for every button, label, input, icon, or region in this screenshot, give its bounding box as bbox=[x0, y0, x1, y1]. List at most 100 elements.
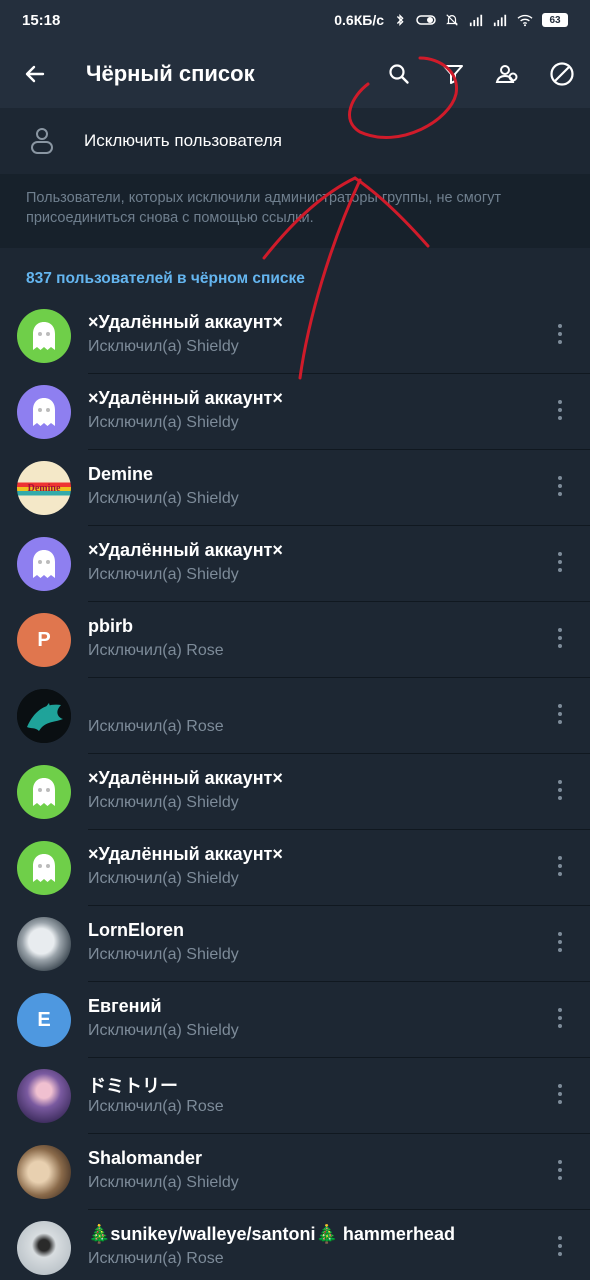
more-vertical-icon[interactable] bbox=[550, 1084, 570, 1104]
list-item-text: 🎄sunikey/walleye/santoni🎄 hammerhead Искл… bbox=[88, 1210, 590, 1280]
list-item[interactable]: Shalomander Исключил(а) Shieldy bbox=[0, 1134, 590, 1210]
avatar bbox=[17, 1069, 71, 1123]
avatar bbox=[17, 1221, 71, 1275]
more-vertical-icon[interactable] bbox=[550, 932, 570, 952]
block-icon bbox=[550, 62, 574, 86]
list-item[interactable]: Demine Demine Исключил(а) Shieldy bbox=[0, 450, 590, 526]
info-text: Пользователи, которых исключили админист… bbox=[26, 190, 502, 226]
list-item-text: ×Удалённый аккаунт× Исключил(а) Shieldy bbox=[88, 298, 590, 374]
list-item[interactable]: 🎄sunikey/walleye/santoni🎄 hammerhead Искл… bbox=[0, 1210, 590, 1280]
list-item-text: pbirb Исключил(а) Rose bbox=[88, 602, 590, 678]
user-name: 🎄sunikey/walleye/santoni🎄 hammerhead bbox=[88, 1224, 455, 1244]
blocked-users-list: ×Удалённый аккаунт× Исключил(а) Shieldy ×У… bbox=[0, 298, 590, 1280]
avatar bbox=[17, 309, 71, 363]
more-vertical-icon[interactable] bbox=[550, 780, 570, 800]
status-icons: 0.6КБ/с 63 bbox=[334, 12, 568, 28]
info-box: Пользователи, которых исключили админист… bbox=[0, 174, 590, 248]
more-vertical-icon[interactable] bbox=[550, 1008, 570, 1028]
more-vertical-icon[interactable] bbox=[550, 324, 570, 344]
list-item-text: ×Удалённый аккаунт× Исключил(а) Shieldy bbox=[88, 374, 590, 450]
excluded-by: Исключил(а) Shieldy bbox=[88, 413, 239, 431]
list-item-text: ドミトリー Исключил(а) Rose bbox=[88, 1058, 590, 1134]
list-item[interactable]: E Евгений Исключил(а) Shieldy bbox=[0, 982, 590, 1058]
mute-icon bbox=[446, 14, 458, 26]
user-name: Shalomander bbox=[88, 1147, 203, 1168]
list-header: 837 пользователей в чёрном списке bbox=[26, 270, 305, 287]
list-item-text: Евгений Исключил(а) Shieldy bbox=[88, 982, 590, 1058]
list-item-text: ×Удалённый аккаунт× Исключил(а) Shieldy bbox=[88, 830, 590, 906]
ghost-icon bbox=[33, 398, 55, 426]
status-bar: 15:18 0.6КБ/с 63 bbox=[0, 0, 590, 40]
excluded-by: Исключил(а) Shieldy bbox=[88, 565, 239, 583]
signal-icon-2 bbox=[493, 14, 507, 27]
admins-button[interactable] bbox=[480, 40, 534, 108]
search-icon bbox=[389, 64, 409, 84]
back-button[interactable] bbox=[0, 40, 70, 108]
list-item[interactable]: ×Удалённый аккаунт× Исключил(а) Shieldy bbox=[0, 298, 590, 374]
more-vertical-icon[interactable] bbox=[550, 704, 570, 724]
user-name: pbirb bbox=[88, 615, 133, 636]
excluded-by: Исключил(а) Shieldy bbox=[88, 793, 239, 811]
network-speed: 0.6КБ/с bbox=[334, 12, 384, 28]
person-outline-icon bbox=[0, 125, 84, 157]
user-name: ×Удалённый аккаунт× bbox=[88, 387, 283, 408]
list-item[interactable]: Исключил(а) Rose bbox=[0, 678, 590, 754]
avatar-initial: P bbox=[37, 628, 51, 651]
signal-icon bbox=[469, 14, 483, 27]
list-item[interactable]: LornEloren Исключил(а) Shieldy bbox=[0, 906, 590, 982]
app-bar: Чёрный список bbox=[0, 40, 590, 108]
excluded-by: Исключил(а) Shieldy bbox=[88, 869, 239, 887]
avatar-label: Demine bbox=[27, 482, 61, 494]
ghost-icon bbox=[33, 778, 55, 806]
avatar bbox=[17, 385, 71, 439]
ghost-icon bbox=[33, 854, 55, 882]
user-name: LornEloren bbox=[88, 919, 185, 940]
list-item[interactable]: Ppbirb Исключил(а) Rose bbox=[0, 602, 590, 678]
excluded-by: Исключил(а) Rose bbox=[88, 1250, 224, 1267]
avatar bbox=[17, 841, 71, 895]
status-time: 15:18 bbox=[22, 11, 61, 29]
list-item[interactable]: ×Удалённый аккаунт× Исключил(а) Shieldy bbox=[0, 526, 590, 602]
more-vertical-icon[interactable] bbox=[550, 856, 570, 876]
more-vertical-icon[interactable] bbox=[550, 1160, 570, 1180]
blocked-button[interactable] bbox=[534, 40, 590, 108]
exclude-user-row[interactable]: Исключить пользователя bbox=[0, 108, 590, 174]
excluded-by: Исключил(а) Shieldy bbox=[88, 337, 239, 355]
page-title: Чёрный список bbox=[86, 61, 255, 86]
list-item[interactable]: ×Удалённый аккаунт× Исключил(а) Shieldy bbox=[0, 754, 590, 830]
app-bar-actions bbox=[372, 40, 590, 108]
excluded-by: Исключил(а) Shieldy bbox=[88, 1173, 239, 1191]
list-item-text: ×Удалённый аккаунт× Исключил(а) Shieldy bbox=[88, 526, 590, 602]
avatar bbox=[17, 765, 71, 819]
arrow-left-icon bbox=[25, 65, 45, 83]
exclude-user-label: Исключить пользователя bbox=[84, 131, 283, 150]
filter-icon bbox=[443, 65, 463, 84]
more-vertical-icon[interactable] bbox=[550, 628, 570, 648]
avatar bbox=[17, 1145, 71, 1199]
list-item-text: Shalomander Исключил(а) Shieldy bbox=[88, 1134, 590, 1210]
list-item-text: LornEloren Исключил(а) Shieldy bbox=[88, 906, 590, 982]
avatar bbox=[17, 537, 71, 591]
more-vertical-icon[interactable] bbox=[550, 400, 570, 420]
filter-button[interactable] bbox=[426, 40, 480, 108]
excluded-by: Исключил(а) Rose bbox=[88, 1097, 224, 1115]
toggle-icon bbox=[416, 15, 436, 25]
list-item[interactable]: ドミトリー Исключил(а) Rose bbox=[0, 1058, 590, 1134]
more-vertical-icon[interactable] bbox=[550, 476, 570, 496]
search-button[interactable] bbox=[372, 40, 426, 108]
list-item[interactable]: ×Удалённый аккаунт× Исключил(а) Shieldy bbox=[0, 374, 590, 450]
user-name: ×Удалённый аккаунт× bbox=[88, 767, 283, 788]
list-item[interactable]: ×Удалённый аккаунт× Исключил(а) Shieldy bbox=[0, 830, 590, 906]
excluded-by: Исключил(а) Shieldy bbox=[88, 1021, 239, 1039]
avatar bbox=[17, 917, 71, 971]
ghost-icon bbox=[33, 550, 55, 578]
list-item-text: Demine Исключил(а) Shieldy bbox=[88, 450, 590, 526]
user-name: ×Удалённый аккаунт× bbox=[88, 843, 283, 864]
more-vertical-icon[interactable] bbox=[550, 1236, 570, 1256]
users-icon bbox=[495, 65, 518, 83]
ghost-icon bbox=[33, 322, 55, 350]
avatar bbox=[17, 689, 71, 743]
more-vertical-icon[interactable] bbox=[550, 552, 570, 572]
excluded-by: Исключил(а) Rose bbox=[88, 717, 224, 735]
excluded-by: Исключил(а) Rose bbox=[88, 641, 224, 659]
